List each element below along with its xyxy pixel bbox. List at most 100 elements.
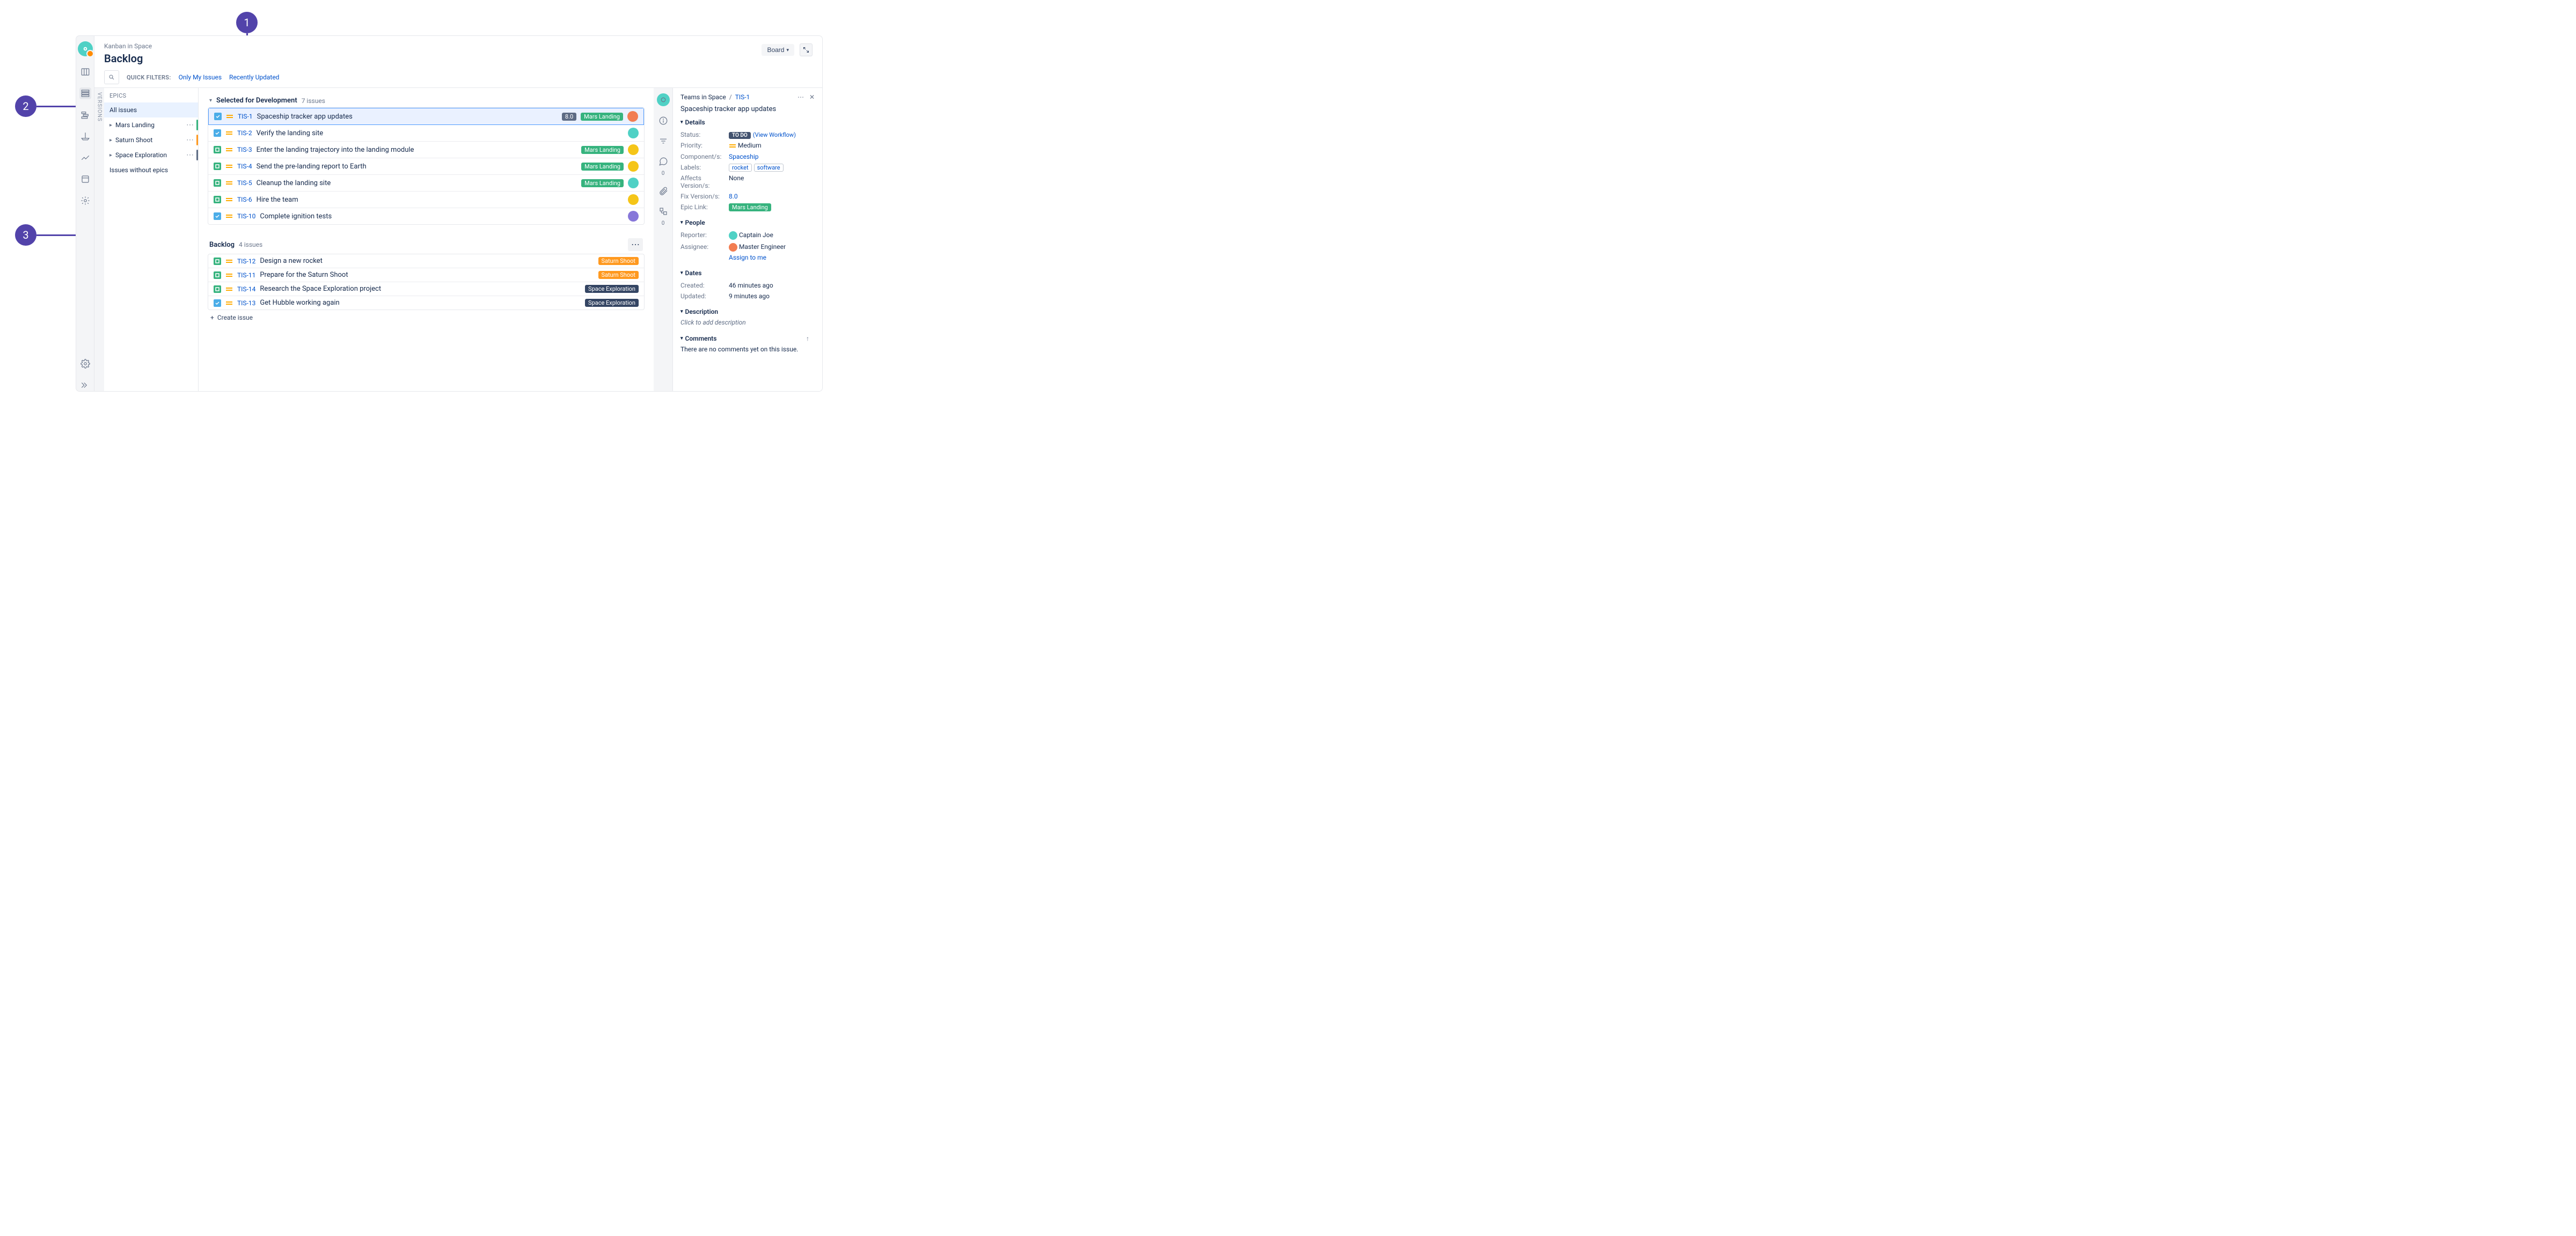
priority-icon — [225, 146, 233, 153]
section-people[interactable]: ▾People — [680, 219, 815, 226]
issue-row[interactable]: TIS-4Send the pre-landing report to Eart… — [208, 158, 644, 175]
gear-icon[interactable] — [79, 358, 91, 370]
epic-issues-without[interactable]: Issues without epics — [104, 163, 198, 178]
issue-key[interactable]: TIS-13 — [237, 299, 255, 307]
issue-summary: Verify the landing site — [257, 129, 324, 137]
issue-key[interactable]: TIS-11 — [237, 271, 255, 279]
epic-pill[interactable]: Mars Landing — [581, 146, 624, 154]
assignee-avatar[interactable] — [628, 128, 639, 138]
epic-pill[interactable]: Space Exploration — [585, 285, 639, 293]
story-icon — [214, 179, 221, 187]
attachments-count: 0 — [662, 220, 665, 226]
info-icon[interactable] — [657, 115, 669, 127]
label-tag[interactable]: software — [754, 164, 784, 172]
backlog-icon[interactable] — [79, 87, 91, 99]
epic-pill[interactable]: Saturn Shoot — [598, 271, 639, 279]
issue-row[interactable]: TIS-2 Verify the landing site — [208, 125, 644, 142]
section-comments[interactable]: ▾Comments↑ — [680, 335, 815, 342]
task-icon — [214, 212, 221, 220]
versions-tab[interactable]: VERSIONS — [94, 88, 104, 391]
section-selected-for-dev[interactable]: ▾ Selected for Development 7 issues — [208, 93, 644, 108]
pages-icon[interactable] — [79, 173, 91, 185]
issue-summary: Spaceship tracker app updates — [257, 113, 353, 121]
assignee-avatar[interactable] — [628, 144, 639, 155]
issue-key[interactable]: TIS-12 — [237, 258, 255, 265]
filter-recently-updated[interactable]: Recently Updated — [229, 73, 279, 81]
issue-row[interactable]: TIS-5Cleanup the landing siteMars Landin… — [208, 175, 644, 192]
epic-all-issues[interactable]: All issues — [104, 102, 198, 117]
epic-pill[interactable]: Mars Landing — [581, 179, 624, 187]
section-dates[interactable]: ▾Dates — [680, 269, 815, 277]
issue-row[interactable]: TIS-10Complete ignition tests — [208, 208, 644, 224]
issue-key[interactable]: TIS-14 — [237, 285, 255, 293]
roadmap-icon[interactable] — [79, 109, 91, 121]
settings-icon[interactable] — [79, 195, 91, 207]
issue-key[interactable]: TIS-2 — [237, 129, 252, 137]
comments-icon[interactable] — [657, 156, 669, 167]
epic-link-pill[interactable]: Mars Landing — [729, 203, 771, 211]
subtasks-icon[interactable] — [657, 205, 669, 217]
more-icon[interactable]: ⋯ — [628, 238, 643, 251]
board-icon[interactable] — [79, 66, 91, 78]
close-icon[interactable]: ✕ — [809, 93, 815, 101]
assignee-avatar[interactable] — [627, 111, 638, 122]
section-description[interactable]: ▾Description — [680, 308, 815, 315]
assignee-avatar[interactable] — [628, 161, 639, 172]
component-link[interactable]: Spaceship — [729, 153, 815, 160]
fix-version-link[interactable]: 8.0 — [729, 193, 815, 200]
issue-key[interactable]: TIS-4 — [237, 163, 252, 170]
assign-to-me-link[interactable]: Assign to me — [729, 254, 815, 261]
issue-row[interactable]: TIS-13 Get Hubble working again Space Expl… — [208, 296, 644, 310]
issue-row[interactable]: TIS-14Research the Space Exploration pro… — [208, 282, 644, 296]
assignee-avatar[interactable] — [628, 178, 639, 188]
status-value[interactable]: TO DO — [729, 132, 751, 139]
description-placeholder[interactable]: Click to add description — [680, 319, 815, 326]
project-avatar[interactable] — [78, 41, 93, 56]
epic-pill[interactable]: Space Exploration — [585, 299, 639, 307]
ship-icon[interactable] — [79, 130, 91, 142]
epic-item[interactable]: ▸ Mars Landing ⋯ — [104, 117, 198, 133]
more-icon[interactable]: ⋯ — [797, 93, 804, 101]
reports-icon[interactable] — [79, 152, 91, 164]
priority-icon — [226, 113, 233, 120]
issue-row[interactable]: TIS-3Enter the landing trajectory into t… — [208, 142, 644, 158]
epic-pill[interactable]: Saturn Shoot — [598, 257, 639, 265]
issue-key[interactable]: TIS-1 — [238, 113, 253, 120]
board-switcher[interactable]: Board ▾ — [762, 44, 794, 56]
task-icon — [214, 299, 221, 307]
assignee-avatar[interactable] — [628, 211, 639, 222]
attachments-icon[interactable] — [657, 185, 669, 197]
issue-summary: Get Hubble working again — [260, 299, 339, 307]
detail-avatar-icon[interactable] — [657, 93, 670, 106]
issue-summary: Prepare for the Saturn Shoot — [260, 271, 348, 279]
story-icon — [214, 258, 221, 265]
epic-pill[interactable]: Mars Landing — [581, 163, 624, 171]
create-issue[interactable]: + Create issue — [208, 310, 644, 326]
breadcrumb[interactable]: Kanban in Space — [104, 42, 813, 50]
detail-project[interactable]: Teams in Space — [680, 93, 726, 101]
issue-row[interactable]: TIS-1Spaceship tracker app updates8.0Mar… — [208, 108, 644, 125]
back-to-top-icon[interactable]: ↑ — [806, 335, 809, 342]
issue-key[interactable]: TIS-10 — [237, 212, 255, 220]
expand-icon[interactable] — [79, 379, 91, 391]
assignee-avatar[interactable] — [628, 194, 639, 205]
issue-key[interactable]: TIS-5 — [237, 179, 252, 187]
section-backlog[interactable]: Backlog 4 issues ⋯ — [208, 235, 644, 254]
filter-only-my-issues[interactable]: Only My Issues — [179, 73, 222, 81]
issue-key[interactable]: TIS-3 — [237, 146, 252, 153]
issue-row[interactable]: TIS-12Design a new rocketSaturn Shoot — [208, 254, 644, 268]
fullscreen-button[interactable] — [800, 43, 813, 56]
filter-icon[interactable] — [657, 135, 669, 147]
issue-key[interactable]: TIS-6 — [237, 196, 252, 203]
issue-row[interactable]: TIS-11 Prepare for the Saturn Shoot Saturn… — [208, 268, 644, 282]
detail-issue-key[interactable]: TIS-1 — [735, 93, 750, 101]
epic-pill[interactable]: Mars Landing — [581, 113, 623, 121]
page-title: Backlog — [104, 52, 813, 65]
section-details[interactable]: ▾Details — [680, 119, 815, 126]
label-tag[interactable]: rocket — [729, 164, 752, 172]
epic-item[interactable]: ▸ Saturn Shoot ⋯ — [104, 133, 198, 148]
epic-item[interactable]: ▸ Space Exploration ⋯ — [104, 148, 198, 163]
view-workflow-link[interactable]: (View Workflow) — [753, 131, 796, 138]
search-button[interactable] — [104, 70, 119, 84]
issue-row[interactable]: TIS-6Hire the team — [208, 192, 644, 208]
